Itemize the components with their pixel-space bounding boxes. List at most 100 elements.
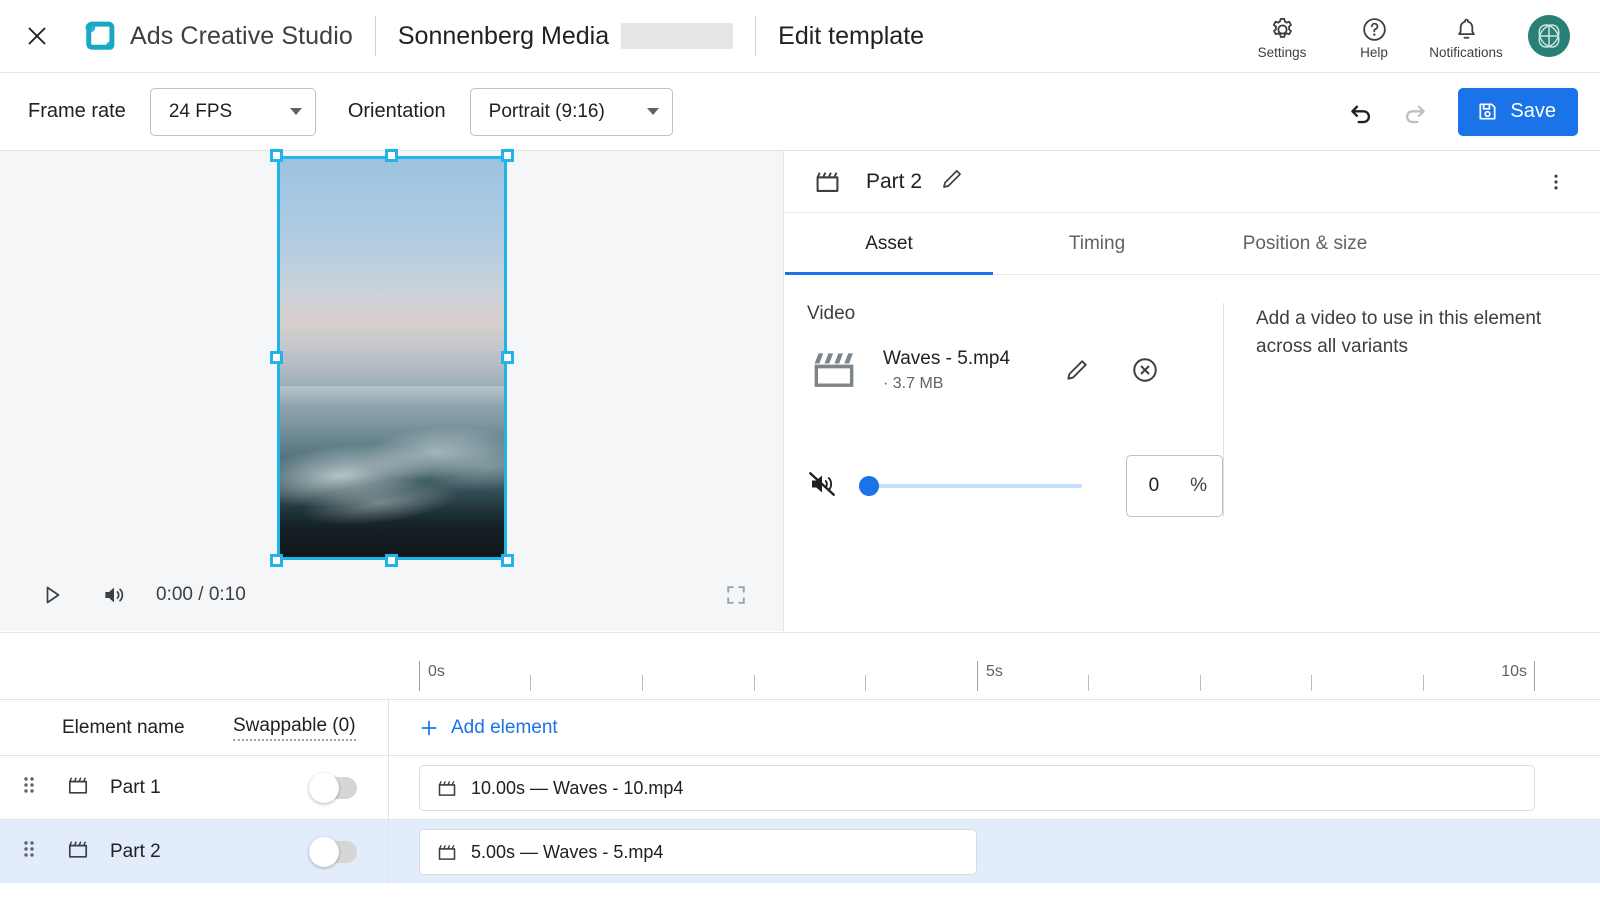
asset-tab-body: Video Waves - 5.mp4 · 3.7 MB: [785, 275, 1600, 517]
redacted-account-id: [621, 23, 733, 49]
ruler-tick-major-5s: [977, 661, 978, 691]
ads-creative-studio-logo-icon: [83, 20, 116, 53]
resize-handle-w[interactable]: [270, 351, 283, 364]
help-circle-icon: [1361, 16, 1388, 43]
volume-slider[interactable]: [859, 474, 1082, 498]
toggle-knob: [309, 773, 339, 803]
account-name: Sonnenberg Media: [398, 22, 609, 51]
save-label: Save: [1510, 100, 1556, 123]
redo-button[interactable]: [1388, 88, 1442, 136]
edit-asset-button[interactable]: [1054, 347, 1100, 393]
play-button[interactable]: [28, 571, 76, 619]
resize-handle-e[interactable]: [501, 351, 514, 364]
notifications-label: Notifications: [1429, 45, 1503, 60]
volume-slider-knob[interactable]: [859, 476, 879, 496]
film-clapper-icon: [807, 343, 861, 397]
ruler-tick-4s: [865, 675, 866, 691]
frame-rate-select[interactable]: 24 FPS: [150, 88, 316, 136]
video-file-name: Waves - 5.mp4: [883, 348, 1010, 370]
resize-handle-n[interactable]: [385, 149, 398, 162]
panel-title: Part 2: [866, 170, 922, 194]
volume-percent-unit: %: [1190, 475, 1207, 497]
ruler-label-5s: 5s: [986, 663, 1003, 681]
player-volume-button[interactable]: [90, 571, 138, 619]
remove-asset-button[interactable]: [1122, 347, 1168, 393]
player-controls: 0:00 / 0:10: [0, 559, 784, 631]
timeline-clip-label-1: 10.00s — Waves - 10.mp4: [471, 778, 683, 799]
page-title: Edit template: [778, 22, 924, 51]
swappable-toggle-1[interactable]: [311, 777, 357, 799]
ruler-tick-3s: [754, 675, 755, 691]
redo-icon: [1401, 98, 1429, 126]
pencil-icon: [1064, 357, 1090, 383]
element-properties-panel: Part 2 Asset Timing Position & size Vide…: [785, 151, 1600, 631]
chevron-down-icon: [647, 108, 659, 115]
remove-circle-icon: [1130, 355, 1160, 385]
brand[interactable]: Ads Creative Studio: [83, 20, 353, 53]
close-button[interactable]: [17, 16, 57, 56]
avatar[interactable]: [1528, 15, 1570, 57]
tab-position-size[interactable]: Position & size: [1201, 213, 1409, 274]
resize-handle-ne[interactable]: [501, 149, 514, 162]
orientation-label: Orientation: [348, 100, 446, 123]
save-button[interactable]: Save: [1458, 88, 1578, 136]
drag-handle[interactable]: [22, 839, 36, 864]
timeline-clip-2[interactable]: 5.00s — Waves - 5.mp4: [419, 829, 977, 875]
video-section-label: Video: [807, 303, 1223, 325]
tab-timing[interactable]: Timing: [993, 213, 1201, 274]
panel-more-button[interactable]: [1536, 162, 1576, 202]
settings-button[interactable]: Settings: [1236, 12, 1328, 60]
undo-button[interactable]: [1334, 88, 1388, 136]
rename-element-button[interactable]: [940, 167, 964, 196]
timeline-clip-label-2: 5.00s — Waves - 5.mp4: [471, 842, 663, 863]
wave-swell: [279, 386, 505, 406]
asset-hint-column: Add a video to use in this element acros…: [1223, 303, 1543, 517]
ruler-label-0s: 0s: [428, 663, 445, 681]
ruler-tick-major-0s: [419, 661, 420, 691]
video-file-meta: Waves - 5.mp4 · 3.7 MB: [883, 348, 1010, 393]
frame-rate-value: 24 FPS: [169, 101, 232, 123]
row-element-name-1: Part 1: [110, 777, 161, 799]
undo-icon: [1347, 98, 1375, 126]
tab-timing-label: Timing: [1069, 233, 1125, 255]
player-time: 0:00 / 0:10: [156, 584, 246, 606]
timeline: 0s 5s 10s Element name Swappable (0) Add…: [0, 632, 1600, 900]
mute-toggle-button[interactable]: [807, 469, 837, 504]
brand-name: Ads Creative Studio: [130, 22, 353, 51]
header-actions: Settings Help Notifications: [1236, 12, 1600, 60]
fullscreen-button[interactable]: [712, 571, 760, 619]
volume-off-icon: [807, 469, 837, 499]
timeline-ruler[interactable]: 0s 5s 10s: [0, 647, 1600, 699]
drag-handle-icon: [22, 775, 36, 795]
bell-icon: [1453, 16, 1480, 43]
volume-icon: [101, 582, 127, 608]
swappable-toggle-2[interactable]: [311, 841, 357, 863]
tab-asset[interactable]: Asset: [785, 213, 993, 274]
asset-left-column: Video Waves - 5.mp4 · 3.7 MB: [785, 303, 1223, 517]
orientation-select[interactable]: Portrait (9:16): [470, 88, 673, 136]
volume-control: 0 %: [807, 455, 1223, 517]
table-row[interactable]: Part 1 10.00s — Waves - 10.mp4: [0, 755, 1600, 819]
toggle-knob: [309, 837, 339, 867]
volume-percent-input[interactable]: 0 %: [1126, 455, 1223, 517]
add-element-button[interactable]: Add element: [419, 717, 558, 739]
ruler-tick-1s: [530, 675, 531, 691]
close-icon: [25, 24, 49, 48]
add-element-label: Add element: [451, 717, 558, 739]
drag-handle[interactable]: [22, 775, 36, 800]
row-element-name-2: Part 2: [110, 841, 161, 863]
column-swappable[interactable]: Swappable (0): [233, 715, 356, 741]
film-clapper-icon: [66, 773, 90, 797]
row-divider-2: [388, 820, 389, 884]
resize-handle-nw[interactable]: [270, 149, 283, 162]
table-row[interactable]: Part 2 5.00s — Waves - 5.mp4: [0, 819, 1600, 883]
help-button[interactable]: Help: [1328, 12, 1420, 60]
selected-video-element[interactable]: [279, 158, 505, 558]
preview-canvas[interactable]: 0:00 / 0:10: [0, 151, 784, 631]
settings-label: Settings: [1258, 45, 1307, 60]
element-list-header: Element name Swappable (0) Add element: [0, 699, 1600, 755]
header-divider-1: [375, 16, 376, 56]
notifications-button[interactable]: Notifications: [1420, 12, 1512, 60]
panel-header: Part 2: [785, 151, 1600, 213]
timeline-clip-1[interactable]: 10.00s — Waves - 10.mp4: [419, 765, 1535, 811]
